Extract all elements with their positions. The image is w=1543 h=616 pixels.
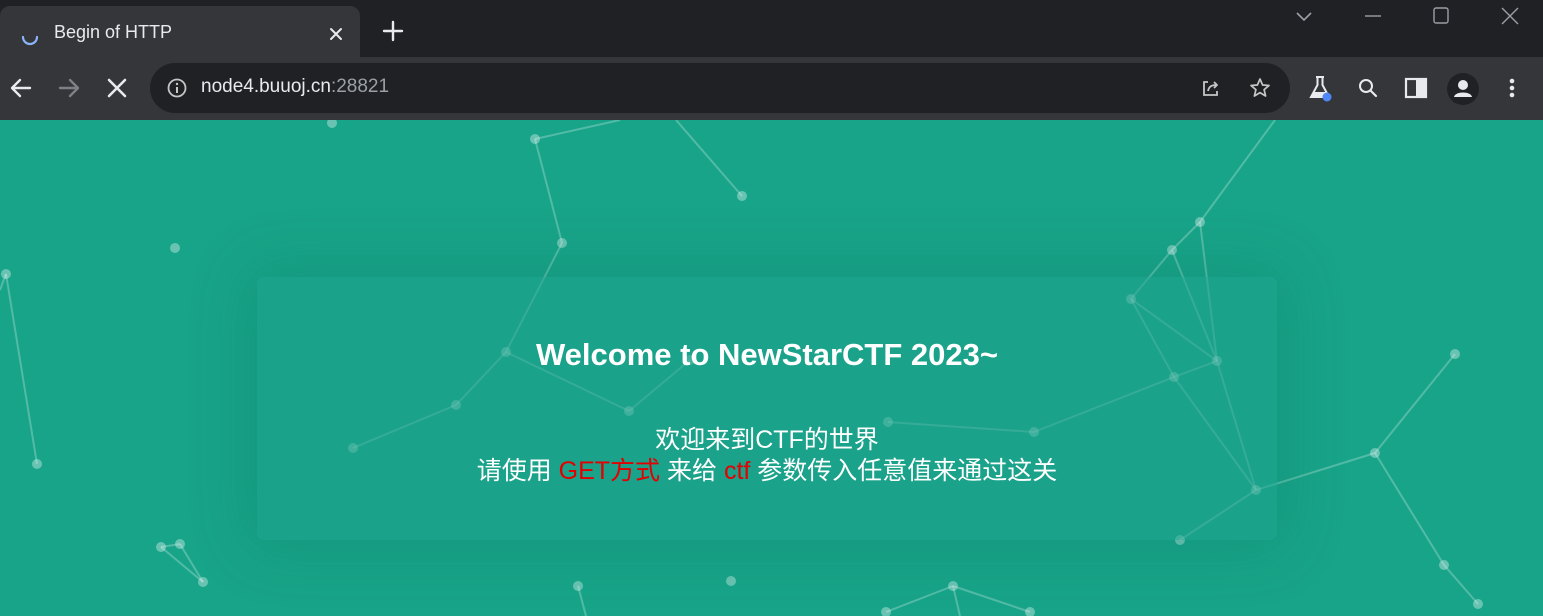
close-icon[interactable] [323, 21, 349, 47]
minimize-icon[interactable] [1360, 4, 1386, 30]
back-arrow-icon[interactable] [6, 73, 36, 103]
profile-avatar[interactable] [1447, 73, 1479, 105]
new-tab-plus-icon[interactable] [379, 17, 407, 45]
url-text[interactable]: node4.buuoj.cn:28821 [201, 76, 389, 98]
profile-icon [1454, 80, 1472, 97]
instruction-part3: 参数传入任意值来通过这关 [750, 457, 1058, 485]
forward-arrow-icon[interactable] [54, 73, 84, 103]
tab-strip: Begin of HTTP [0, 0, 1543, 57]
address-bar[interactable]: node4.buuoj.cn:28821 [150, 63, 1290, 113]
param-highlight: ctf [723, 457, 751, 485]
side-panel-icon[interactable] [1401, 73, 1431, 103]
url-host: node4.buuoj.cn [201, 76, 331, 97]
browser-toolbar: node4.buuoj.cn:28821 [0, 57, 1543, 120]
zoom-search-icon[interactable] [1353, 73, 1383, 103]
labs-flask-icon[interactable] [1305, 73, 1335, 103]
window-close-icon[interactable] [1497, 4, 1523, 30]
instruction-part2: 来给 [660, 457, 724, 485]
page-content: Welcome to NewStarCTF 2023~ 欢迎来到CTF的世界 请… [0, 120, 1543, 616]
active-tab[interactable]: Begin of HTTP [0, 6, 360, 57]
method-highlight: GET方式 [558, 457, 661, 485]
welcome-card: Welcome to NewStarCTF 2023~ 欢迎来到CTF的世界 请… [257, 277, 1277, 540]
bookmark-star-icon[interactable] [1248, 76, 1272, 100]
instruction-part1: 请使用 [476, 457, 559, 485]
share-icon[interactable] [1199, 76, 1223, 100]
site-info-icon[interactable] [166, 77, 188, 99]
maximize-icon[interactable] [1428, 4, 1454, 30]
tab-title: Begin of HTTP [54, 22, 173, 42]
instruction-text: 请使用 GET方式 来给 ctf 参数传入任意值来通过这关 [257, 451, 1277, 487]
page-title: Welcome to NewStarCTF 2023~ [535, 337, 998, 372]
tab-search-chevron-icon[interactable] [1291, 4, 1317, 30]
loading-spinner-icon [21, 35, 39, 46]
url-port: :28821 [330, 76, 390, 97]
more-menu-icon[interactable] [1497, 73, 1527, 103]
stop-loading-icon[interactable] [102, 73, 132, 103]
